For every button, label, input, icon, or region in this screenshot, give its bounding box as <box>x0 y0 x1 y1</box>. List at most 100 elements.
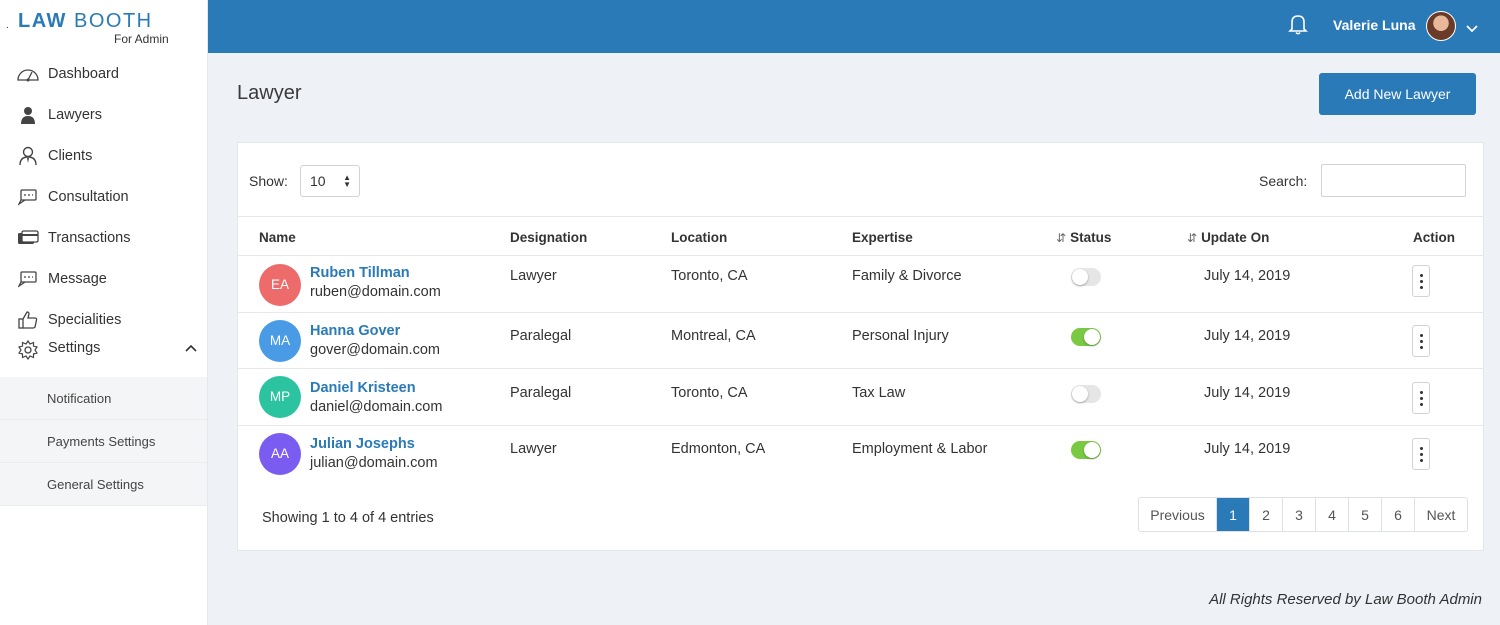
pagination: Previous 1 2 3 4 5 6 Next <box>1138 497 1468 532</box>
location-cell: Montreal, CA <box>671 328 756 344</box>
thumbs-up-icon <box>16 310 40 330</box>
column-header-update-on[interactable]: ⇵ Update On <box>1187 230 1269 245</box>
lawyer-email: gover@domain.com <box>310 342 440 358</box>
table-row: MA Hanna Gover gover@domain.com Paralega… <box>238 313 1483 369</box>
logo[interactable]: . LAW BOOTH For Admin <box>0 0 207 53</box>
select-arrows-icon: ▲ ▼ <box>343 173 351 189</box>
pagination-page-3[interactable]: 3 <box>1282 498 1315 531</box>
page-size-select[interactable]: 10 ▲ ▼ <box>300 165 360 197</box>
sidebar-item-consultation[interactable]: Consultation <box>0 176 207 217</box>
column-header-name[interactable]: Name <box>259 230 296 245</box>
avatar[interactable] <box>1426 11 1456 41</box>
designation-cell: Lawyer <box>510 441 557 457</box>
designation-cell: Paralegal <box>510 328 572 344</box>
lawyer-name-link[interactable]: Ruben Tillman <box>310 265 410 281</box>
bell-icon[interactable] <box>1288 13 1308 40</box>
chevron-up-icon[interactable] <box>185 340 197 356</box>
page-title: Lawyer <box>237 82 302 104</box>
initials-avatar: MA <box>259 320 301 362</box>
page-size-value: 10 <box>310 173 326 189</box>
lawyer-name-link[interactable]: Julian Josephs <box>310 436 415 452</box>
pagination-next[interactable]: Next <box>1414 498 1467 531</box>
footer-text: All Rights Reserved by Law Booth Admin <box>1209 591 1482 608</box>
sidebar-subitem-notification[interactable]: Notification <box>0 377 207 420</box>
gear-icon <box>16 340 40 360</box>
logo-subtitle: For Admin <box>114 32 169 46</box>
sidebar-item-specialities[interactable]: Specialities <box>0 299 207 340</box>
table-row: EA Ruben Tillman ruben@domain.com Lawyer… <box>238 256 1483 313</box>
column-header-label: Update On <box>1201 230 1270 245</box>
pagination-page-4[interactable]: 4 <box>1315 498 1348 531</box>
updated-date-cell: July 14, 2019 <box>1204 385 1291 401</box>
lawyer-table-card: Show: 10 ▲ ▼ Search: Name Designation Loc… <box>237 142 1484 551</box>
lawyer-name-link[interactable]: Daniel Kristeen <box>310 380 416 396</box>
lawyer-name-link[interactable]: Hanna Gover <box>310 323 400 339</box>
updated-date-cell: July 14, 2019 <box>1204 328 1291 344</box>
sidebar-item-message[interactable]: Message <box>0 258 207 299</box>
show-label: Show: <box>249 173 288 189</box>
sort-icon: ⇵ <box>1056 231 1067 245</box>
sidebar-item-lawyers[interactable]: Lawyers <box>0 94 207 135</box>
initials-avatar: MP <box>259 376 301 418</box>
expertise-cell: Family & Divorce <box>852 268 962 284</box>
designation-cell: Lawyer <box>510 268 557 284</box>
status-toggle[interactable] <box>1071 328 1101 346</box>
search-label: Search: <box>1259 173 1308 189</box>
updated-date-cell: July 14, 2019 <box>1204 268 1291 284</box>
sidebar-item-transactions[interactable]: Transactions <box>0 217 207 258</box>
user-name[interactable]: Valerie Luna <box>1333 17 1415 33</box>
location-cell: Toronto, CA <box>671 268 748 284</box>
column-header-designation[interactable]: Designation <box>510 230 587 245</box>
sidebar-subitem-general-settings[interactable]: General Settings <box>0 463 207 506</box>
status-toggle[interactable] <box>1071 385 1101 403</box>
sort-icon: ⇵ <box>1187 231 1198 245</box>
sidebar-item-label: Dashboard <box>48 65 119 82</box>
location-cell: Toronto, CA <box>671 385 748 401</box>
sidebar-item-label: Consultation <box>48 188 129 205</box>
sidebar-item-settings[interactable]: Settings <box>0 340 207 370</box>
table-header: Name Designation Location Expertise ⇵ Sta… <box>238 216 1483 256</box>
chevron-down-icon[interactable] <box>1466 20 1478 38</box>
dashboard-icon <box>16 64 40 84</box>
pagination-page-5[interactable]: 5 <box>1348 498 1381 531</box>
expertise-cell: Employment & Labor <box>852 441 988 457</box>
column-header-label: Status <box>1070 230 1112 245</box>
sidebar-subitem-payments-settings[interactable]: Payments Settings <box>0 420 207 463</box>
sidebar-nav: Dashboard Lawyers Clients Consultation T… <box>0 53 207 370</box>
row-actions-menu-icon[interactable] <box>1412 265 1430 297</box>
initials-avatar: AA <box>259 433 301 475</box>
top-bar: Valerie Luna <box>208 0 1500 53</box>
pagination-page-2[interactable]: 2 <box>1249 498 1282 531</box>
updated-date-cell: July 14, 2019 <box>1204 441 1291 457</box>
lawyer-email: ruben@domain.com <box>310 284 441 300</box>
column-header-expertise[interactable]: Expertise <box>852 230 913 245</box>
sidebar: . LAW BOOTH For Admin Dashboard Lawyers … <box>0 0 208 625</box>
lawyer-icon <box>16 105 40 125</box>
pagination-previous[interactable]: Previous <box>1139 498 1216 531</box>
logo-dot: . <box>6 20 9 31</box>
expertise-cell: Tax Law <box>852 385 906 401</box>
search-input[interactable] <box>1321 164 1466 197</box>
status-toggle[interactable] <box>1071 268 1101 286</box>
status-toggle[interactable] <box>1071 441 1101 459</box>
sidebar-item-dashboard[interactable]: Dashboard <box>0 53 207 94</box>
entries-info: Showing 1 to 4 of 4 entries <box>262 510 434 526</box>
table-row: AA Julian Josephs julian@domain.com Lawy… <box>238 426 1483 483</box>
designation-cell: Paralegal <box>510 385 572 401</box>
sidebar-item-label: Lawyers <box>48 106 102 123</box>
client-icon <box>16 146 40 166</box>
expertise-cell: Personal Injury <box>852 328 949 344</box>
column-header-location[interactable]: Location <box>671 230 727 245</box>
add-new-lawyer-button[interactable]: Add New Lawyer <box>1319 73 1476 115</box>
row-actions-menu-icon[interactable] <box>1412 382 1430 414</box>
location-cell: Edmonton, CA <box>671 441 766 457</box>
pagination-page-1[interactable]: 1 <box>1216 498 1249 531</box>
sidebar-item-clients[interactable]: Clients <box>0 135 207 176</box>
transactions-icon <box>16 228 40 248</box>
row-actions-menu-icon[interactable] <box>1412 325 1430 357</box>
row-actions-menu-icon[interactable] <box>1412 438 1430 470</box>
column-header-status[interactable]: ⇵ Status <box>1056 230 1111 245</box>
pagination-page-6[interactable]: 6 <box>1381 498 1414 531</box>
column-header-action: Action <box>1413 230 1455 245</box>
sidebar-item-label: Clients <box>48 147 93 164</box>
